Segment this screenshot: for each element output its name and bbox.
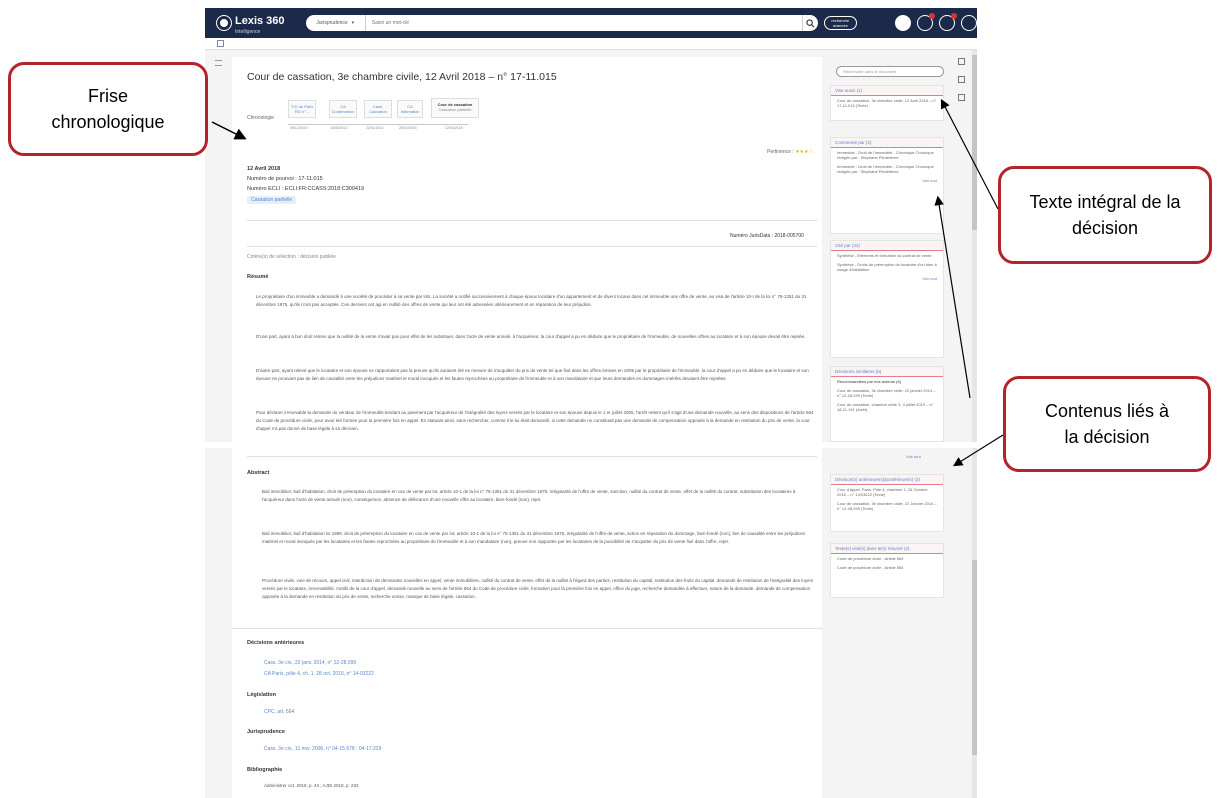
arrow — [952, 434, 1004, 467]
arrow — [211, 121, 247, 140]
callout-contenus-lies: Contenus liés à la décision — [1003, 376, 1211, 472]
arrow — [934, 195, 971, 399]
arrow — [940, 98, 999, 210]
callout-frise: Frise chronologique — [8, 62, 208, 156]
callout-texte-integral: Texte intégral de la décision — [998, 166, 1212, 264]
